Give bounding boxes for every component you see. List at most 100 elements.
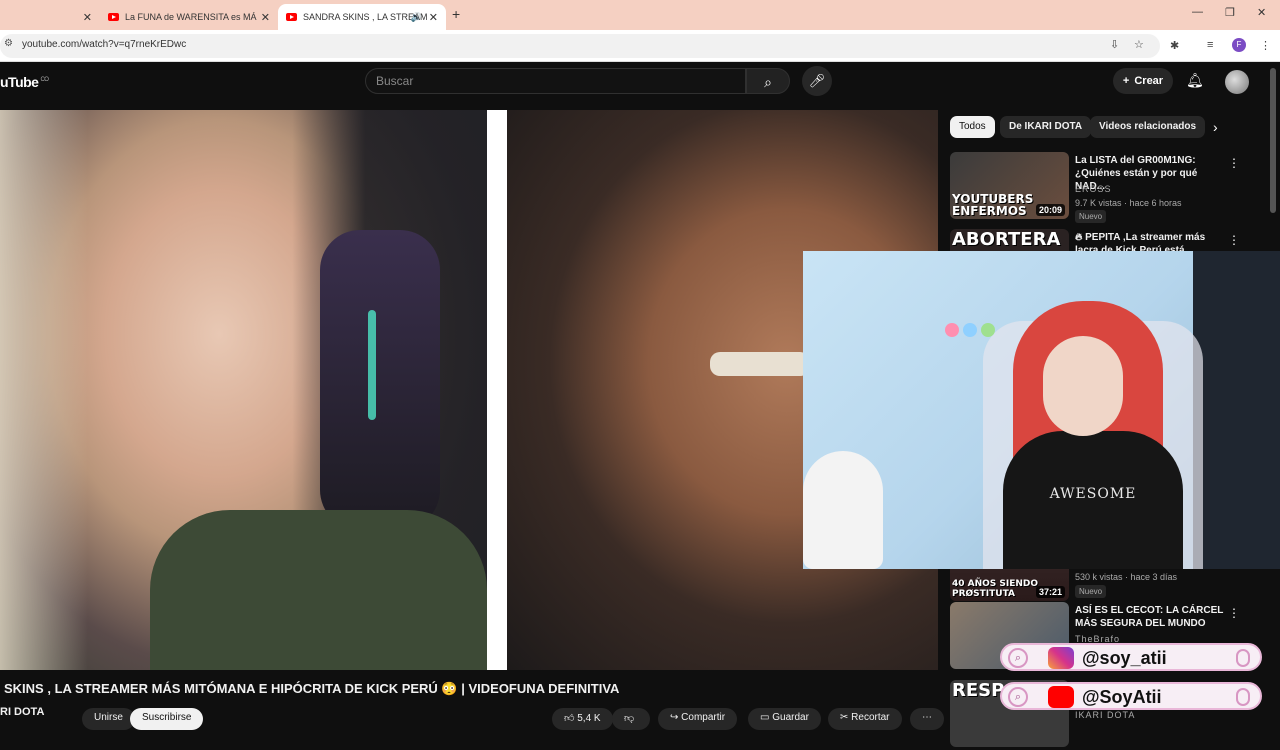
close-tab-icon[interactable]: ✕ bbox=[261, 11, 270, 24]
subscribe-button[interactable]: Suscribirse bbox=[130, 708, 204, 730]
plus-icon: + bbox=[1122, 75, 1130, 87]
extensions-icon[interactable]: ✱ bbox=[1170, 39, 1179, 52]
more-actions-button[interactable]: ⋯ bbox=[910, 708, 944, 730]
smile-shape bbox=[710, 352, 810, 376]
bookmark-star-icon[interactable]: ☆ bbox=[1134, 38, 1144, 51]
omnibox[interactable]: ⚙ youtube.com/watch?v=q7rneKrEDwc ⇩ ☆ bbox=[0, 34, 1160, 58]
sidebar-scrollbar[interactable] bbox=[1270, 68, 1276, 213]
video-thumbnail[interactable]: 40 AÑOS SIENDO PRØSTITUTA 37:21 bbox=[950, 569, 1069, 601]
instagram-handle-overlay: ⌕ @soy_atii bbox=[1000, 643, 1262, 671]
browser-tab[interactable]: La FUNA de WARENSITA es MÁ ✕ bbox=[100, 4, 278, 30]
url-text[interactable]: youtube.com/watch?v=q7rneKrEDwc bbox=[22, 39, 186, 50]
video-title: SKINS , LA STREAMER MÁS MITÓMANA E HIPÓC… bbox=[4, 681, 620, 696]
youtube-logo-icon bbox=[1048, 686, 1074, 708]
more-options-icon[interactable]: ⋮ bbox=[1228, 156, 1240, 170]
youtube-handle: @SoyAtii bbox=[1082, 687, 1162, 707]
notifications-bell-icon[interactable]: 🔔︎ bbox=[1186, 72, 1204, 89]
recommendation-title-text: PEPITA ,La streamer más lacra de Kick Pe… bbox=[1075, 232, 1206, 251]
fire-icon: 🔥︎ bbox=[1075, 232, 1086, 243]
browser-tab-active[interactable]: SANDRA SKINS , LA STREAM 🔊 ✕ bbox=[278, 4, 446, 30]
new-badge: Nuevo bbox=[1075, 585, 1107, 598]
clip-label: Recortar bbox=[851, 712, 890, 723]
account-avatar[interactable] bbox=[1225, 70, 1249, 94]
close-tab-icon[interactable]: ✕ bbox=[83, 11, 92, 24]
more-icon: ⋯ bbox=[922, 712, 932, 723]
mic-icon bbox=[1236, 688, 1250, 706]
browser-tab[interactable]: ✕ bbox=[0, 4, 100, 30]
duration-badge: 20:09 bbox=[1035, 204, 1065, 216]
save-icon: ▭ bbox=[760, 712, 773, 723]
new-badge: Nuevo bbox=[1075, 210, 1107, 223]
dislike-button[interactable]: 👎︎ bbox=[612, 708, 650, 730]
video-thumbnail[interactable]: YOUTUBERS ENFERMOS 20:09 bbox=[950, 152, 1069, 219]
logo-text: uTube bbox=[0, 74, 39, 90]
search-icon: ⌕ bbox=[764, 74, 772, 90]
recommendation-item[interactable]: 40 AÑOS SIENDO PRØSTITUTA 37:21 530 k vi… bbox=[950, 569, 1260, 601]
menu-icon[interactable]: ⋮ bbox=[1260, 39, 1271, 52]
speaker-icon[interactable]: 🔊 bbox=[411, 12, 422, 23]
search-button[interactable]: ⌕ bbox=[746, 68, 790, 94]
chip-channel[interactable]: De IKARI DOTA bbox=[1000, 116, 1092, 138]
like-button[interactable]: 👍︎ 5,4 K bbox=[552, 708, 613, 730]
thumbnail-text: YOUTUBERS ENFERMOS bbox=[952, 192, 1034, 218]
share-button[interactable]: ↪ Compartir bbox=[658, 708, 738, 730]
recommendation-channel[interactable]: IKARI DOTA bbox=[1075, 710, 1135, 720]
recommendation-item[interactable]: YOUTUBERS ENFERMOS 20:09 La LISTA del GR… bbox=[950, 152, 1260, 223]
media-control-icon[interactable]: ≡ bbox=[1207, 39, 1213, 51]
search-box[interactable] bbox=[365, 68, 746, 94]
video-player[interactable] bbox=[0, 110, 938, 670]
new-tab-icon[interactable]: + bbox=[452, 6, 460, 22]
hoodie-shape bbox=[150, 510, 487, 670]
youtube-header: uTubeCO ⌕ 🎤︎ + Crear 🔔︎ bbox=[0, 62, 1280, 110]
clip-button[interactable]: ✂ Recortar bbox=[828, 708, 902, 730]
split-divider bbox=[487, 110, 507, 670]
shirt-text: AWESOME bbox=[1049, 486, 1137, 502]
recommendation-meta: 530 k vistas · hace 3 días bbox=[1075, 572, 1178, 582]
cam-face bbox=[1043, 336, 1123, 436]
recommendation-channel[interactable]: EROSS bbox=[1075, 184, 1112, 194]
cam-plush bbox=[803, 451, 883, 569]
recommendation-item[interactable]: ABORTERA 🔥︎ PEPITA ,La streamer más lacr… bbox=[950, 229, 1260, 251]
recommendation-title[interactable]: ASÍ ES EL CECOT: LA CÁRCEL MÁS SEGURA DE… bbox=[1075, 604, 1225, 630]
cam-door bbox=[1193, 251, 1280, 569]
site-info-icon[interactable]: ⚙ bbox=[4, 38, 13, 49]
youtube-favicon-icon bbox=[108, 13, 119, 21]
search-input[interactable] bbox=[366, 69, 745, 93]
save-label: Guardar bbox=[772, 712, 809, 723]
recommendation-title[interactable]: 🔥︎ PEPITA ,La streamer más lacra de Kick… bbox=[1075, 231, 1225, 251]
webcam-overlay: AWESOME bbox=[803, 251, 1280, 569]
address-bar: ⚙ youtube.com/watch?v=q7rneKrEDwc ⇩ ☆ ✱ … bbox=[0, 30, 1280, 62]
scissors-icon: ✂ bbox=[840, 712, 852, 723]
create-label: Crear bbox=[1134, 75, 1164, 87]
close-tab-icon[interactable]: ✕ bbox=[429, 11, 438, 24]
browser-tab-bar: La FUNA de WARENSITA es MÁ ✕ ✕ SANDRA SK… bbox=[0, 0, 1280, 30]
more-options-icon[interactable]: ⋮ bbox=[1228, 233, 1240, 247]
youtube-handle-overlay: ⌕ @SoyAtii bbox=[1000, 682, 1262, 710]
like-count: 5,4 K bbox=[577, 713, 601, 724]
browser-profile-avatar[interactable]: F bbox=[1232, 38, 1246, 52]
chevron-right-icon[interactable]: › bbox=[1213, 119, 1218, 135]
video-thumbnail[interactable]: ABORTERA bbox=[950, 229, 1069, 251]
maximize-icon[interactable]: ❐ bbox=[1225, 6, 1235, 19]
mic-icon bbox=[1236, 649, 1250, 667]
channel-name[interactable]: RI DOTA bbox=[0, 706, 44, 718]
create-button[interactable]: + Crear bbox=[1113, 68, 1173, 94]
chip-todos[interactable]: Todos bbox=[950, 116, 995, 138]
join-button[interactable]: Unirse bbox=[82, 708, 135, 730]
close-window-icon[interactable]: ✕ bbox=[1257, 6, 1266, 19]
country-code: CO bbox=[40, 77, 49, 84]
thumbs-down-icon: 👎︎ bbox=[624, 713, 635, 724]
install-app-icon[interactable]: ⇩ bbox=[1110, 38, 1119, 51]
chip-related[interactable]: Videos relacionados bbox=[1090, 116, 1206, 138]
save-button[interactable]: ▭ Guardar bbox=[748, 708, 821, 730]
recommendation-meta: 9.7 K vistas · hace 6 horas bbox=[1075, 198, 1182, 208]
duration-badge: 37:21 bbox=[1035, 586, 1065, 598]
youtube-logo[interactable]: uTube CO bbox=[0, 74, 49, 90]
voice-search-button[interactable]: 🎤︎ bbox=[802, 66, 832, 96]
tab-title: SANDRA SKINS , LA STREAM bbox=[303, 12, 428, 22]
share-icon: ↪ bbox=[670, 712, 682, 723]
thumbs-up-icon: 👍︎ bbox=[564, 713, 578, 724]
thumbnail-text: ABORTERA bbox=[952, 229, 1061, 250]
minimize-icon[interactable]: — bbox=[1192, 6, 1203, 18]
more-options-icon[interactable]: ⋮ bbox=[1228, 606, 1240, 620]
